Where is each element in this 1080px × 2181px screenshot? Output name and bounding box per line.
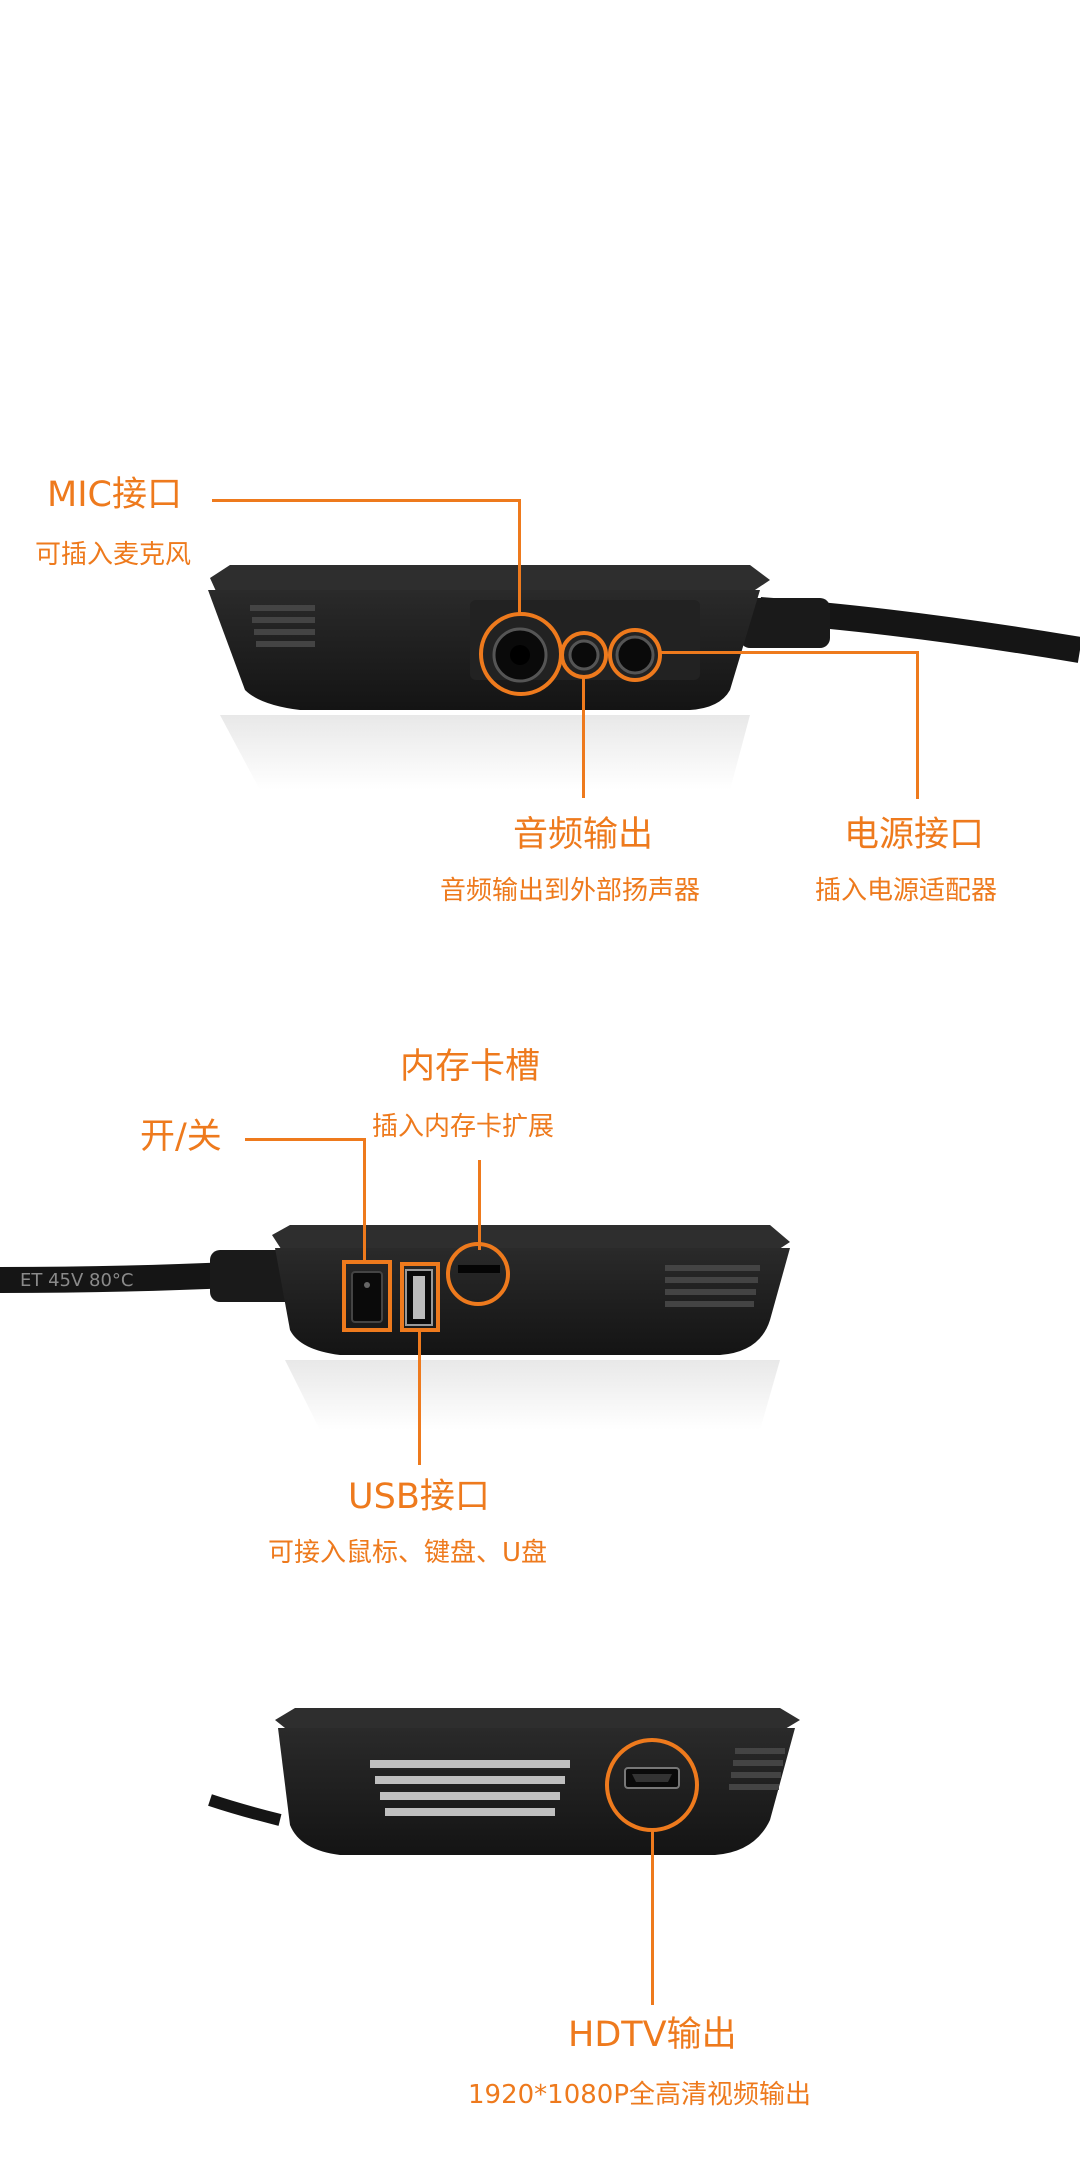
power-cable-back [208,1794,282,1826]
device-body-3 [278,1728,795,1855]
switch-leader-v [363,1138,366,1262]
card-slot-title: 内存卡槽 [400,1047,541,1087]
audio-highlight-ring [560,631,608,679]
audio-leader-v [582,678,585,798]
card-slot-leader-v [478,1160,481,1250]
mic-leader-v [518,499,521,613]
power-leader-v [916,651,919,799]
device-reflection [220,715,750,790]
hdtv-out-title: HDTV输出 [568,2015,737,2055]
panel-hdmi-port: HDTV输出 1920*1080P全高清视频输出 [0,1620,1080,2181]
mic-highlight-ring [479,612,563,696]
power-port-title: 电源接口 [844,815,985,855]
panel-side-ports: ET 45V 80°C 内存卡槽 插入内存卡扩展 开/关 USB接口 可接入鼠标… [0,980,1080,1620]
device-reflection-2 [285,1360,780,1430]
mic-port-title: MIC接口 [47,475,182,515]
audio-out-desc: 音频输出到外部扬声器 [440,876,701,906]
usb-port-desc: 可接入鼠标、键盘、U盘 [268,1538,548,1568]
usb-highlight-box [400,1262,440,1332]
card-slot-desc: 插入内存卡扩展 [372,1112,555,1142]
power-port-desc: 插入电源适配器 [815,876,998,906]
panel-rear-ports: MIC接口 可插入麦克风 音频输出 音频输出到外部扬声器 电源接口 插入电源适配… [0,0,1080,980]
power-leader-h [660,651,918,654]
hdmi-highlight-ring [605,1738,699,1832]
power-switch-title: 开/关 [140,1117,222,1157]
hdmi-leader-v [651,1830,654,2005]
mic-leader-h [212,499,520,502]
usb-leader-v [418,1330,421,1465]
audio-out-title: 音频输出 [513,815,654,855]
mic-port-desc: 可插入麦克风 [35,540,192,570]
card-slot-highlight-ring [446,1242,510,1306]
switch-leader-h [245,1138,365,1141]
cable-print: ET 45V 80°C [20,1270,134,1291]
power-highlight-ring [608,628,662,682]
switch-highlight-box [342,1260,392,1332]
hdtv-out-desc: 1920*1080P全高清视频输出 [468,2080,812,2110]
usb-port-title: USB接口 [348,1477,490,1517]
